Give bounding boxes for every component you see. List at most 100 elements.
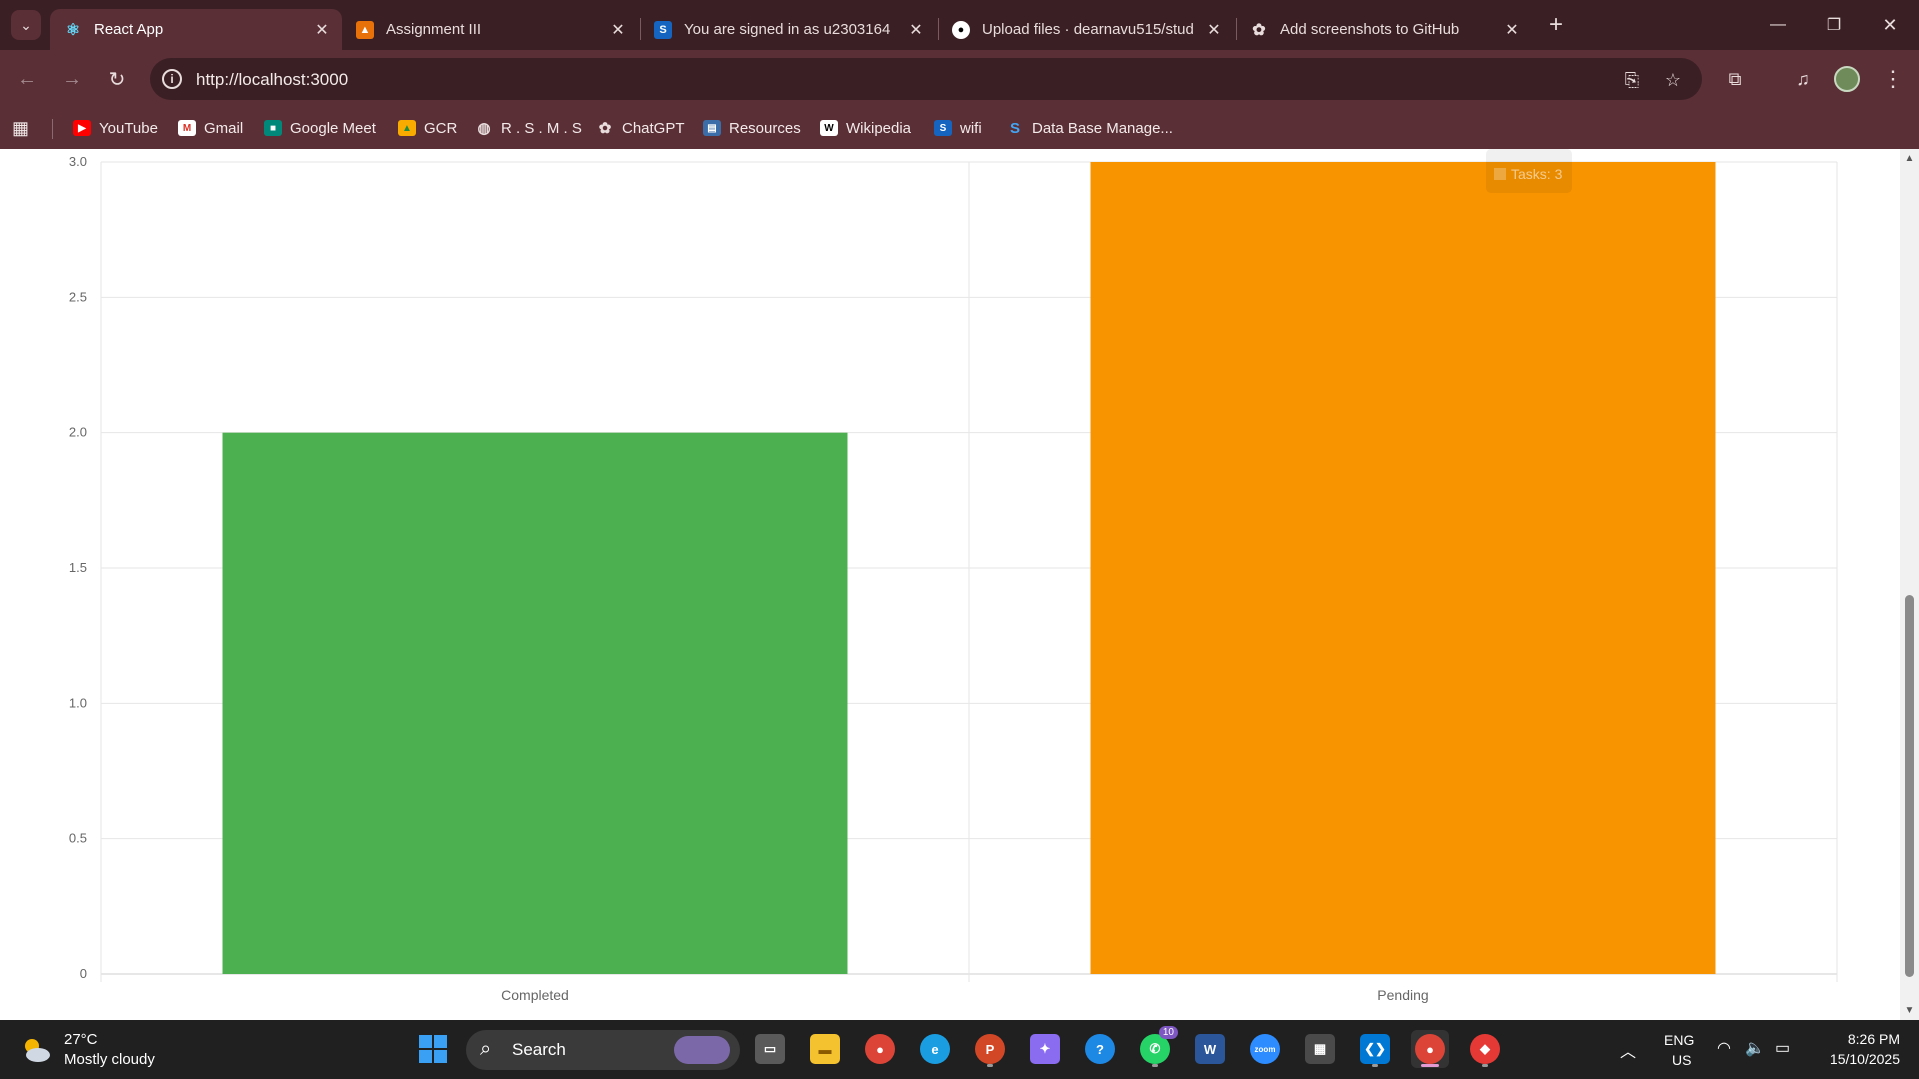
bookmark-gmail[interactable]: M Gmail (178, 117, 243, 139)
apps-grid-icon[interactable]: ▦ (12, 117, 29, 139)
tray-overflow-chevron-icon[interactable]: ︿ (1620, 1038, 1636, 1062)
search-highlight-icon (674, 1036, 730, 1064)
notification-badge: 10 (1158, 1026, 1178, 1039)
close-icon[interactable]: ✕ (904, 20, 928, 40)
windows-logo-icon (419, 1035, 447, 1063)
wikipedia-icon: W (820, 120, 838, 136)
tab-chatgpt[interactable]: ✿ Add screenshots to GitHub ✕ (1236, 9, 1532, 50)
restore-button[interactable]: ❐ (1806, 0, 1862, 50)
chrome-icon: ● (865, 1034, 895, 1064)
bookmark-resources[interactable]: ▤ Resources (703, 117, 801, 139)
bar-completed (222, 432, 848, 975)
tab-react-app[interactable]: ⚛ React App ✕ (50, 9, 342, 50)
tab-search-button[interactable]: ⌄ (11, 10, 41, 40)
reload-button[interactable]: ↻ (102, 64, 132, 94)
vscode-button[interactable]: ❮❯ (1356, 1030, 1394, 1068)
scroll-down-arrow[interactable]: ▼ (1903, 1004, 1916, 1017)
whatsapp-button[interactable]: ✆ 10 (1136, 1026, 1178, 1068)
tab-title: Add screenshots to GitHub (1280, 21, 1460, 38)
react-icon: ⚛ (65, 21, 81, 39)
tooltip-label: Tasks: 3 (1511, 166, 1563, 182)
bookmark-label: wifi (960, 119, 982, 137)
anydesk-button[interactable]: ◆ (1466, 1030, 1504, 1068)
tab-title: React App (94, 21, 164, 38)
zoom-icon: zoom (1250, 1034, 1280, 1064)
copilot-button[interactable]: ✦ (1026, 1030, 1064, 1068)
help-icon: ? (1085, 1034, 1115, 1064)
bookmark-chatgpt[interactable]: ✿ ChatGPT (596, 117, 685, 139)
tab-signed-in[interactable]: S You are signed in as u2303164 ✕ (640, 9, 936, 50)
calculator-button[interactable]: ▦ (1301, 1030, 1339, 1068)
close-icon[interactable]: ✕ (1202, 20, 1226, 40)
bookmark-wifi[interactable]: S wifi (934, 117, 982, 139)
tab-title: You are signed in as u2303164 (684, 21, 891, 38)
forward-button[interactable]: → (57, 64, 87, 94)
y-tick-label: 1.5 (69, 560, 87, 575)
gmail-icon: M (178, 120, 196, 136)
close-icon[interactable]: ✕ (1500, 20, 1524, 40)
battery-icon[interactable]: ▭ (1775, 1038, 1790, 1058)
site-info-icon[interactable]: i (162, 69, 182, 89)
profile-avatar[interactable] (1834, 66, 1860, 92)
extensions-icon[interactable]: ⧉ (1720, 64, 1750, 94)
bookmark-label: Data Base Manage... (1032, 119, 1173, 137)
minimize-button[interactable]: — (1750, 0, 1806, 50)
github-icon: ● (952, 20, 970, 39)
chrome-taskbar-button[interactable]: ● (861, 1030, 899, 1068)
new-tab-button[interactable]: + (1541, 10, 1571, 40)
classroom-icon: ▲ (356, 20, 374, 39)
menu-icon[interactable]: ⋮ (1878, 64, 1908, 94)
start-button[interactable] (414, 1030, 452, 1068)
bookmark-youtube[interactable]: ▶ YouTube (73, 117, 158, 139)
help-button[interactable]: ? (1081, 1030, 1119, 1068)
bookmark-label: R . S . M . S (501, 119, 582, 137)
running-indicator (1152, 1064, 1158, 1067)
search-icon: ⌕ (480, 1038, 492, 1060)
language-indicator-bottom[interactable]: US (1672, 1052, 1691, 1068)
language-indicator-top[interactable]: ENG (1664, 1032, 1694, 1048)
url-text[interactable]: http://localhost:3000 (196, 70, 348, 90)
file-explorer-button[interactable]: ▬ (806, 1030, 844, 1068)
taskbar-search[interactable]: ⌕ Search (466, 1030, 740, 1070)
tab-github-upload[interactable]: ● Upload files · dearnavu515/stud ✕ (938, 9, 1234, 50)
window-close-button[interactable]: ✕ (1862, 0, 1918, 50)
calculator-icon: ▦ (1305, 1034, 1335, 1064)
bookmark-separator (52, 119, 53, 139)
powerpoint-button[interactable]: P (971, 1030, 1009, 1068)
x-tick-label: Completed (501, 987, 569, 1003)
classroom-icon: ▲ (398, 120, 416, 136)
edge-button[interactable]: e (916, 1030, 954, 1068)
bookmark-gcr[interactable]: ▲ GCR (398, 117, 457, 139)
running-indicator (987, 1064, 993, 1067)
bookmark-rsms[interactable]: ◍ R . S . M . S (475, 117, 582, 139)
zoom-button[interactable]: zoom (1246, 1030, 1284, 1068)
powerpoint-icon: P (975, 1034, 1005, 1064)
address-bar[interactable]: i http://localhost:3000 ⎘ ☆ (150, 58, 1702, 100)
search-label: Search (512, 1040, 566, 1059)
scrollbar-thumb[interactable] (1905, 595, 1914, 977)
tab-assignment[interactable]: ▲ Assignment III ✕ (342, 9, 638, 50)
close-icon[interactable]: ✕ (310, 20, 334, 40)
word-button[interactable]: W (1191, 1030, 1229, 1068)
chrome-active-button[interactable]: ● (1411, 1030, 1449, 1068)
bookmark-wikipedia[interactable]: W Wikipedia (820, 117, 911, 139)
bookmark-database[interactable]: S Data Base Manage... (1006, 117, 1173, 139)
install-app-icon[interactable]: ⎘ (1620, 68, 1644, 92)
weather-temperature[interactable]: 27°C (64, 1031, 98, 1048)
wifi-icon[interactable]: ◠ (1717, 1038, 1731, 1058)
chatgpt-icon: ✿ (598, 120, 612, 137)
media-controls-icon[interactable]: ♫ (1788, 64, 1818, 94)
bookmark-google-meet[interactable]: ■ Google Meet (264, 117, 376, 139)
s-logo-icon: S (654, 20, 672, 39)
chatgpt-icon: ✿ (1252, 21, 1266, 39)
close-icon[interactable]: ✕ (606, 20, 630, 40)
y-tick-label: 2.5 (69, 289, 87, 304)
back-button[interactable]: ← (12, 64, 42, 94)
bookmark-star-icon[interactable]: ☆ (1661, 68, 1685, 92)
weather-description[interactable]: Mostly cloudy (64, 1051, 155, 1068)
clock-date[interactable]: 15/10/2025 (1810, 1051, 1900, 1067)
task-view-button[interactable]: ▭ (751, 1030, 789, 1068)
clock-time[interactable]: 8:26 PM (1820, 1031, 1900, 1047)
scroll-up-arrow[interactable]: ▲ (1903, 152, 1916, 165)
volume-icon[interactable]: 🔈 (1745, 1038, 1765, 1058)
